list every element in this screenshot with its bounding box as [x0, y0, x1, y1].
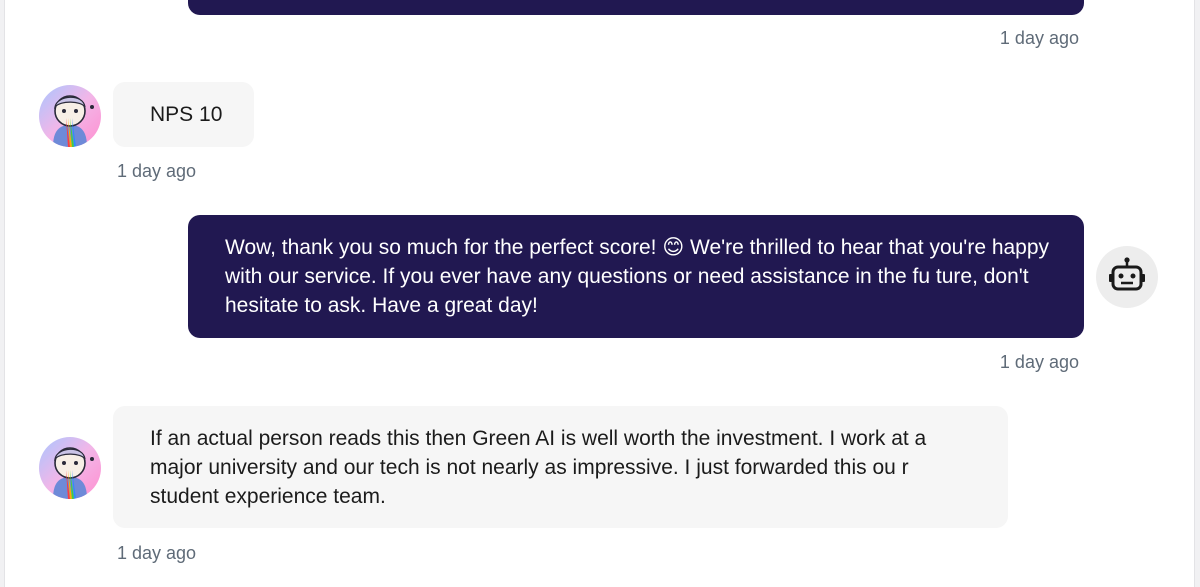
message-timestamp: 1 day ago	[117, 543, 197, 563]
message-text: If an actual person reads this then Gree…	[150, 427, 927, 508]
robot-icon	[1096, 246, 1158, 308]
user-avatar-icon	[39, 85, 101, 147]
message-timestamp: 1 day ago	[999, 352, 1079, 372]
user-message-bubble: NPS 10	[113, 82, 254, 147]
message-timestamp: 1 day ago	[117, 161, 197, 181]
message-timestamp: 1 day ago	[999, 28, 1079, 48]
bot-message-bubble: Wow, thank you so much for the perfect s…	[188, 215, 1084, 338]
message-text: NPS 10	[150, 103, 223, 126]
message-text: Wow, thank you so much for the perfect s…	[225, 236, 1050, 317]
user-message-bubble: If an actual person reads this then Gree…	[113, 406, 1008, 528]
left-border	[0, 0, 5, 587]
bot-message-bubble	[188, 0, 1084, 15]
scrollbar[interactable]	[1194, 0, 1200, 587]
user-avatar-icon	[39, 437, 101, 499]
